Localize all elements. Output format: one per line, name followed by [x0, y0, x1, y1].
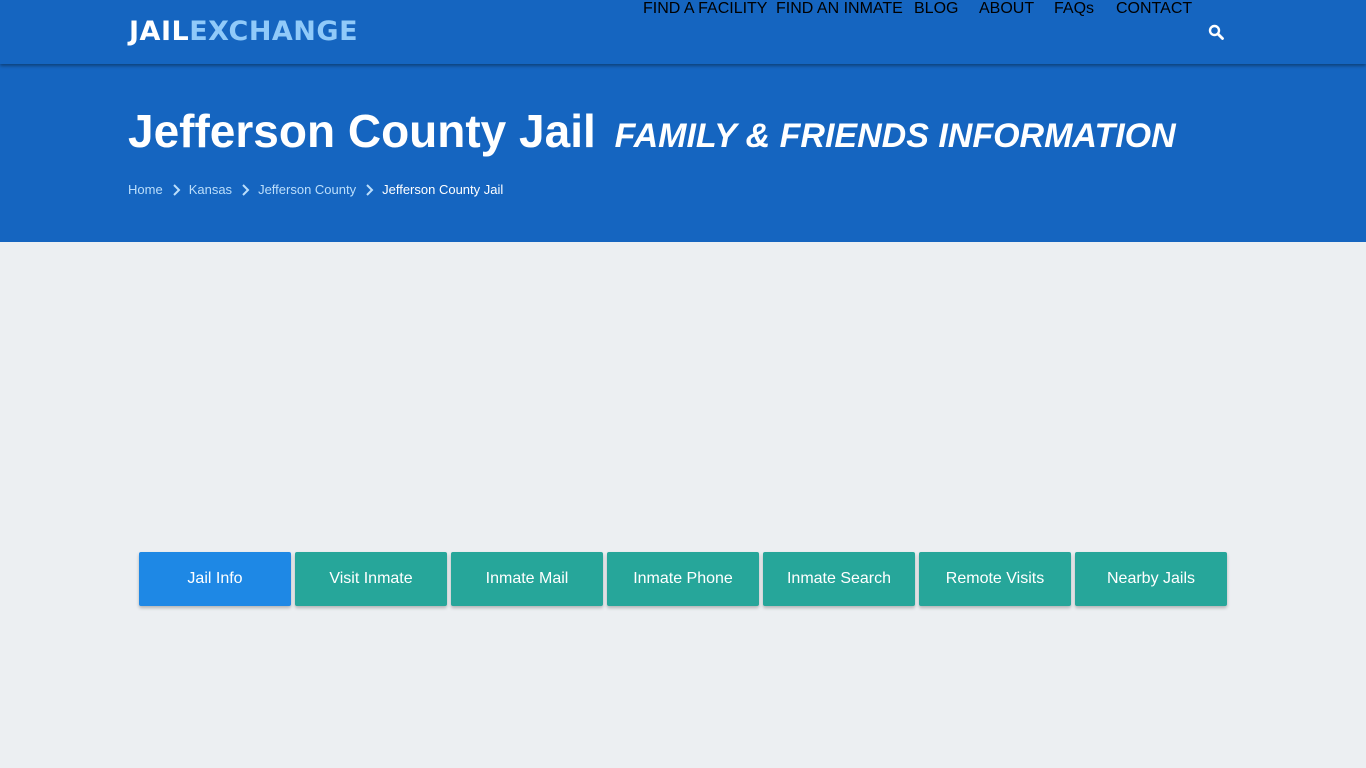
top-navbar: JAILEXCHANGE FIND A FACILITY FIND AN INM…	[0, 0, 1366, 64]
breadcrumb: Home Kansas Jefferson County Jefferson C…	[128, 182, 503, 197]
breadcrumb-home[interactable]: Home	[128, 182, 163, 197]
logo-exchange: EXCHANGE	[189, 16, 359, 47]
nav-faqs[interactable]: FAQs	[1054, 0, 1094, 18]
tab-inmate-mail[interactable]: Inmate Mail	[451, 552, 603, 606]
chevron-right-icon	[172, 183, 181, 196]
nav-find-a-facility[interactable]: FIND A FACILITY	[643, 0, 767, 18]
chevron-right-icon	[242, 183, 250, 196]
facility-tabs: Jail Info Visit Inmate Inmate Mail Inmat…	[139, 552, 1227, 606]
page-title: Jefferson County Jail FAMILY & FRIENDS I…	[128, 104, 1176, 158]
nav-blog[interactable]: BLOG	[914, 0, 958, 18]
logo-jail: JAIL	[129, 16, 190, 47]
nav-find-an-inmate[interactable]: FIND AN INMATE	[776, 0, 903, 18]
search-icon[interactable]	[1208, 24, 1224, 40]
breadcrumb-jefferson-county[interactable]: Jefferson County	[258, 182, 356, 197]
breadcrumb-kansas[interactable]: Kansas	[189, 182, 232, 197]
tab-inmate-phone[interactable]: Inmate Phone	[607, 552, 759, 606]
tab-remote-visits[interactable]: Remote Visits	[919, 552, 1071, 606]
hero-banner: Jefferson County Jail FAMILY & FRIENDS I…	[0, 64, 1366, 242]
tab-visit-inmate[interactable]: Visit Inmate	[295, 552, 447, 606]
chevron-right-icon	[366, 183, 374, 196]
nav-contact[interactable]: CONTACT	[1116, 0, 1192, 18]
facility-name: Jefferson County Jail	[128, 105, 596, 157]
breadcrumb-current: Jefferson County Jail	[382, 182, 504, 197]
tab-nearby-jails[interactable]: Nearby Jails	[1075, 552, 1227, 606]
tab-jail-info[interactable]: Jail Info	[139, 552, 291, 606]
nav-about[interactable]: ABOUT	[979, 0, 1034, 18]
site-logo[interactable]: JAILEXCHANGE	[129, 16, 358, 48]
tab-inmate-search[interactable]: Inmate Search	[763, 552, 915, 606]
page-subtitle: FAMILY & FRIENDS INFORMATION	[614, 117, 1176, 155]
